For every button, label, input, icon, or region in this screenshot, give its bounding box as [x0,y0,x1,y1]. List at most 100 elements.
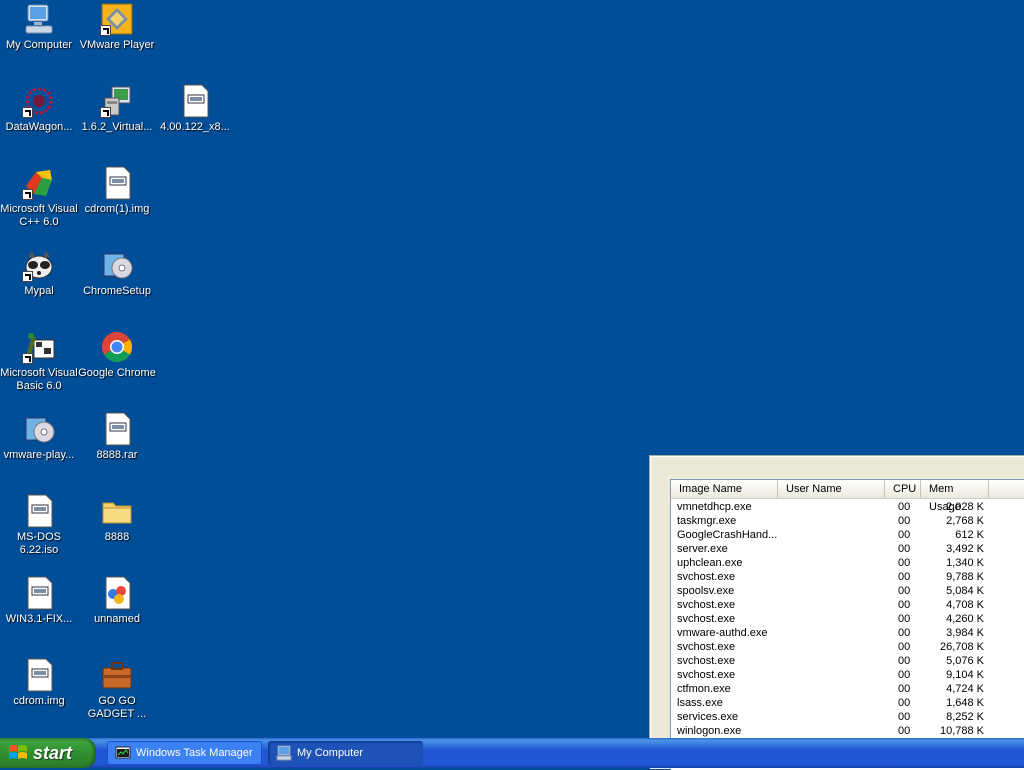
process-mem-usage: 4,260 K [946,613,984,625]
process-mem-usage: 2,768 K [946,515,984,527]
process-row[interactable]: lsass.exe 00 1,648 K [671,696,1024,710]
process-row[interactable]: svchost.exe 00 4,260 K [671,612,1024,626]
process-mem-usage: 1,340 K [946,557,984,569]
desktop-icon-go-go-gadget[interactable]: GO GO GADGET ... [78,658,156,738]
start-label: start [33,742,73,763]
desktop-icon-label: My Computer [5,39,73,51]
desktop-icon-label: vmware-play... [3,449,75,461]
desktop-icon-label: cdrom(1).img [84,203,150,215]
process-cpu: 00 [898,669,911,681]
process-cpu: 00 [898,585,911,597]
desktop-icon-chromesetup[interactable]: ChromeSetup [78,248,156,328]
process-row[interactable]: spoolsv.exe 00 5,084 K [671,584,1024,598]
desktop-icon-file-4-00[interactable]: 4.00.122_x8... [156,84,234,164]
desktop-icon-datawagon[interactable]: DataWagon... [0,84,78,164]
desktop-icon-8888-folder[interactable]: 8888 [78,494,156,574]
taskbar-button-label: My Computer [297,747,364,759]
shortcut-arrow-icon [22,271,33,282]
process-cpu: 00 [898,683,911,695]
column-header-user-name[interactable]: User Name [778,480,885,498]
process-cpu: 00 [898,655,911,667]
process-mem-usage: 9,104 K [946,669,984,681]
desktop-icon-vmware-player[interactable]: VMware Player [78,2,156,82]
process-row[interactable]: GoogleCrashHand... 00 612 K [671,528,1024,542]
taskbar-button-task-manager[interactable]: Windows Task Manager [107,741,262,765]
desktop-icon-cdrom-img[interactable]: cdrom.img [0,658,78,738]
process-row[interactable]: ctfmon.exe 00 4,724 K [671,682,1024,696]
desktop-icon-label: 8888 [104,531,130,543]
process-name: GoogleCrashHand... [677,529,778,541]
chrome-icon [100,330,134,364]
process-row[interactable]: vmware-authd.exe 00 3,984 K [671,626,1024,640]
process-cpu: 00 [898,529,911,541]
process-name: vmnetdhcp.exe [677,501,752,513]
column-header-mem-usage[interactable]: Mem Usage [921,480,989,513]
process-row[interactable]: svchost.exe 00 4,708 K [671,598,1024,612]
desktop-icon-google-chrome[interactable]: Google Chrome [78,330,156,410]
process-row[interactable]: server.exe 00 3,492 K [671,542,1024,556]
desktop-icon-win31-fix[interactable]: WIN3.1-FIX... [0,576,78,656]
file-icon [100,166,134,200]
process-cpu: 00 [898,515,911,527]
process-cpu: 00 [898,501,911,513]
process-cpu: 00 [898,613,911,625]
taskbar-button-label: Windows Task Manager [136,747,253,759]
desktop-icon-label: WIN3.1-FIX... [5,613,73,625]
desktop-icon-visual-basic[interactable]: Microsoft Visual Basic 6.0 [0,330,78,410]
process-row[interactable]: svchost.exe 00 9,104 K [671,668,1024,682]
process-mem-usage: 1,648 K [946,697,984,709]
computer-icon [22,2,56,36]
desktop-icon-cdrom1-img[interactable]: cdrom(1).img [78,166,156,246]
desktop-icon-vmware-player-setup[interactable]: vmware-play... [0,412,78,492]
process-name: svchost.exe [677,655,736,667]
file-icon [22,658,56,692]
process-cpu: 00 [898,571,911,583]
desktop-icon-visual-cpp[interactable]: Microsoft Visual C++ 6.0 [0,166,78,246]
desktop-icon-my-computer[interactable]: My Computer [0,2,78,82]
start-button[interactable]: start [0,738,96,768]
desktop-icon-unnamed[interactable]: unnamed [78,576,156,656]
process-row[interactable]: winlogon.exe 00 10,788 K [671,724,1024,738]
desktop-icon-label: cdrom.img [13,695,65,707]
briefcase-icon [100,658,134,692]
file-icon [100,412,134,446]
process-mem-usage: 3,492 K [946,543,984,555]
column-header-cpu[interactable]: CPU [885,480,921,498]
desktop-icon-virtual-installer[interactable]: 1.6.2_Virtual... [78,84,156,164]
process-row[interactable]: svchost.exe 00 9,788 K [671,570,1024,584]
visual-basic-icon [22,330,56,364]
desktop-icon-label: unnamed [94,613,140,625]
desktop-icon-label: 4.00.122_x8... [160,121,230,133]
process-name: winlogon.exe [677,725,742,737]
desktop-icon-label: Mypal [24,285,54,297]
desktop-icon-mypal[interactable]: Mypal [0,248,78,328]
image-file-icon [100,576,134,610]
desktop-icon-label: VMware Player [79,39,155,51]
process-row[interactable]: vmnetdhcp.exe 00 2,028 K [671,500,1024,514]
shortcut-arrow-icon [22,353,33,364]
process-rows: vmnetdhcp.exe 00 2,028 K taskmgr.exe 00 2,768… [671,500,1024,766]
process-list[interactable]: Image Name User Name CPU Mem Usage vmnet… [670,479,1024,770]
task-manager-window: Image Name User Name CPU Mem Usage vmnet… [650,456,1024,770]
process-row[interactable]: svchost.exe 00 26,708 K [671,640,1024,654]
process-row[interactable]: uphclean.exe 00 1,340 K [671,556,1024,570]
task-manager-icon [115,746,131,759]
process-cpu: 00 [898,557,911,569]
vmware-player-icon [100,2,134,36]
shortcut-arrow-icon [100,107,111,118]
process-row[interactable]: taskmgr.exe 00 2,768 K [671,514,1024,528]
process-row[interactable]: services.exe 00 8,252 K [671,710,1024,724]
process-mem-usage: 612 K [955,529,984,541]
process-mem-usage: 4,724 K [946,683,984,695]
desktop-icon-label: Microsoft Visual Basic 6.0 [0,367,78,392]
desktop-icon-ms-dos-iso[interactable]: MS-DOS 6.22.iso [0,494,78,574]
process-cpu: 00 [898,543,911,555]
taskbar-button-my-computer[interactable]: My Computer [268,741,423,765]
column-header-image-name[interactable]: Image Name [671,480,778,498]
process-mem-usage: 5,084 K [946,585,984,597]
process-row[interactable]: svchost.exe 00 5,076 K [671,654,1024,668]
process-name: services.exe [677,711,739,723]
desktop-icon-8888-rar[interactable]: 8888.rar [78,412,156,492]
process-name: server.exe [677,543,728,555]
file-icon [22,576,56,610]
